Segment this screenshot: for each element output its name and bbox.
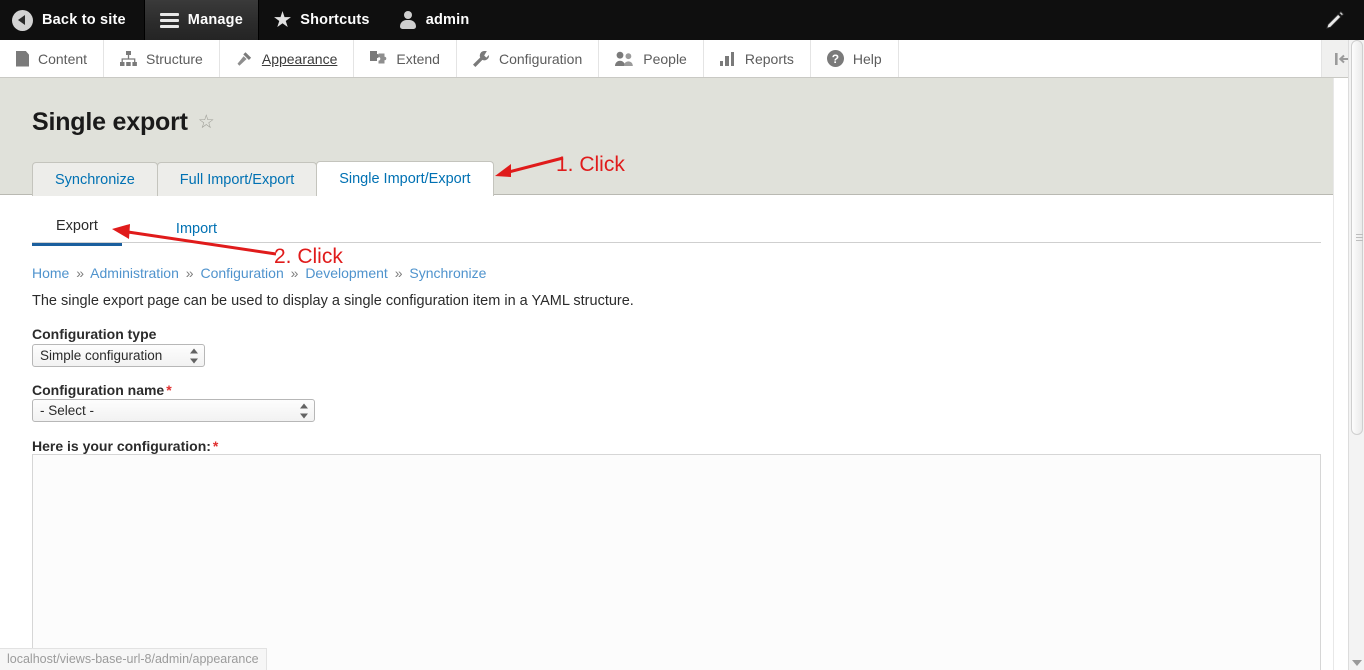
scroll-down-arrow-icon[interactable]: [1352, 660, 1362, 666]
toolbar-item-label: Back to site: [42, 12, 126, 28]
tab-label: Synchronize: [55, 172, 135, 188]
inner-scroll-track[interactable]: [1333, 78, 1348, 670]
page-content: Export Import Home » Administration » Co…: [0, 196, 1333, 670]
tab-single-import-export[interactable]: Single Import/Export: [316, 161, 493, 196]
toolbar-item-back-to-site[interactable]: Back to site: [0, 0, 144, 40]
admin-menu-bar: Content Structure Appearance: [0, 40, 1364, 78]
menu-item-label: Reports: [745, 51, 794, 67]
label-text: Here is your configuration:: [32, 438, 211, 454]
breadcrumb-item-administration[interactable]: Administration: [90, 265, 179, 281]
spinner-arrows-icon: [299, 403, 308, 418]
select-value: - Select -: [40, 403, 94, 418]
menu-item-label: Help: [853, 51, 882, 67]
status-bar-url: localhost/views-base-url-8/admin/appeara…: [0, 648, 267, 670]
back-circle-icon: [12, 10, 33, 31]
menu-item-label: Structure: [146, 51, 203, 67]
toolbar-item-admin-user[interactable]: admin: [385, 0, 485, 40]
menu-item-appearance[interactable]: Appearance: [220, 40, 355, 77]
required-marker: *: [211, 438, 218, 454]
required-marker: *: [164, 382, 171, 398]
menu-item-configuration[interactable]: Configuration: [457, 40, 599, 77]
breadcrumb-separator: »: [183, 265, 197, 281]
question-circle-icon: ?: [827, 50, 844, 67]
menu-item-label: Content: [38, 51, 87, 67]
puzzle-icon: [370, 51, 387, 66]
spinner-arrows-icon: [189, 348, 198, 363]
tab-full-import-export[interactable]: Full Import/Export: [157, 162, 317, 196]
tab-synchronize[interactable]: Synchronize: [32, 162, 158, 196]
page-title: Single export ☆: [32, 108, 215, 137]
people-icon: [615, 51, 634, 67]
sitemap-icon: [120, 51, 137, 66]
menu-item-label: Extend: [396, 51, 440, 67]
annotation-arrow-1: [495, 152, 565, 182]
toolbar-item-label: admin: [426, 12, 470, 28]
menu-item-content[interactable]: Content: [0, 40, 104, 77]
hamburger-icon: [160, 13, 179, 28]
wrench-icon: [473, 51, 490, 67]
configuration-name-label: Configuration name*: [32, 382, 172, 398]
scrollbar-thumb[interactable]: [1351, 40, 1363, 435]
breadcrumb-separator: »: [73, 265, 87, 281]
breadcrumb-item-home[interactable]: Home: [32, 265, 69, 281]
tab-label: Full Import/Export: [180, 172, 294, 188]
configuration-output-textarea[interactable]: [32, 454, 1321, 670]
configuration-output-label: Here is your configuration:*: [32, 438, 218, 454]
user-icon: [400, 11, 417, 29]
star-outline-icon[interactable]: ☆: [198, 111, 215, 134]
menu-item-label: Configuration: [499, 51, 582, 67]
primary-tabs: Synchronize Full Import/Export Single Im…: [32, 161, 493, 196]
annotation-label-2: 2. Click: [274, 245, 343, 269]
scrollbar-grip-icon: [1356, 234, 1363, 241]
menu-item-extend[interactable]: Extend: [354, 40, 457, 77]
menu-item-people[interactable]: People: [599, 40, 704, 77]
toolbar-item-shortcuts[interactable]: ★ Shortcuts: [259, 0, 385, 40]
toolbar-item-label: Manage: [188, 12, 243, 28]
bar-chart-icon: [720, 52, 736, 66]
label-text: Configuration name: [32, 382, 164, 398]
hammer-icon: [236, 51, 253, 67]
page-title-text: Single export: [32, 108, 188, 137]
label-text: Configuration type: [32, 326, 156, 342]
configuration-type-select[interactable]: Simple configuration: [32, 344, 205, 367]
menu-bar-spacer: [899, 40, 1322, 77]
breadcrumb: Home » Administration » Configuration » …: [32, 265, 486, 281]
browser-viewport: Back to site Manage ★ Shortcuts admin Co…: [0, 0, 1364, 670]
toolbar-item-label: Shortcuts: [300, 12, 369, 28]
select-value: Simple configuration: [40, 348, 162, 363]
annotation-label-1: 1. Click: [556, 153, 625, 177]
menu-item-help[interactable]: ? Help: [811, 40, 899, 77]
toolbar-item-manage[interactable]: Manage: [144, 0, 259, 40]
configuration-type-label: Configuration type: [32, 326, 156, 342]
page-description: The single export page can be used to di…: [32, 293, 634, 309]
vertical-scrollbar[interactable]: [1348, 40, 1364, 670]
annotation-arrow-2: [110, 222, 280, 258]
breadcrumb-item-synchronize[interactable]: Synchronize: [409, 265, 486, 281]
breadcrumb-separator: »: [392, 265, 406, 281]
tab-label: Single Import/Export: [339, 171, 470, 187]
menu-item-structure[interactable]: Structure: [104, 40, 220, 77]
configuration-name-select[interactable]: - Select -: [32, 399, 315, 422]
tab-label: Export: [56, 218, 98, 234]
menu-item-reports[interactable]: Reports: [704, 40, 811, 77]
star-icon: ★: [274, 11, 291, 30]
menu-item-label: People: [643, 51, 687, 67]
document-icon: [16, 51, 29, 67]
admin-toolbar: Back to site Manage ★ Shortcuts admin: [0, 0, 1364, 40]
breadcrumb-item-configuration[interactable]: Configuration: [200, 265, 283, 281]
menu-item-label: Appearance: [262, 51, 338, 67]
pencil-icon[interactable]: [1324, 10, 1346, 32]
